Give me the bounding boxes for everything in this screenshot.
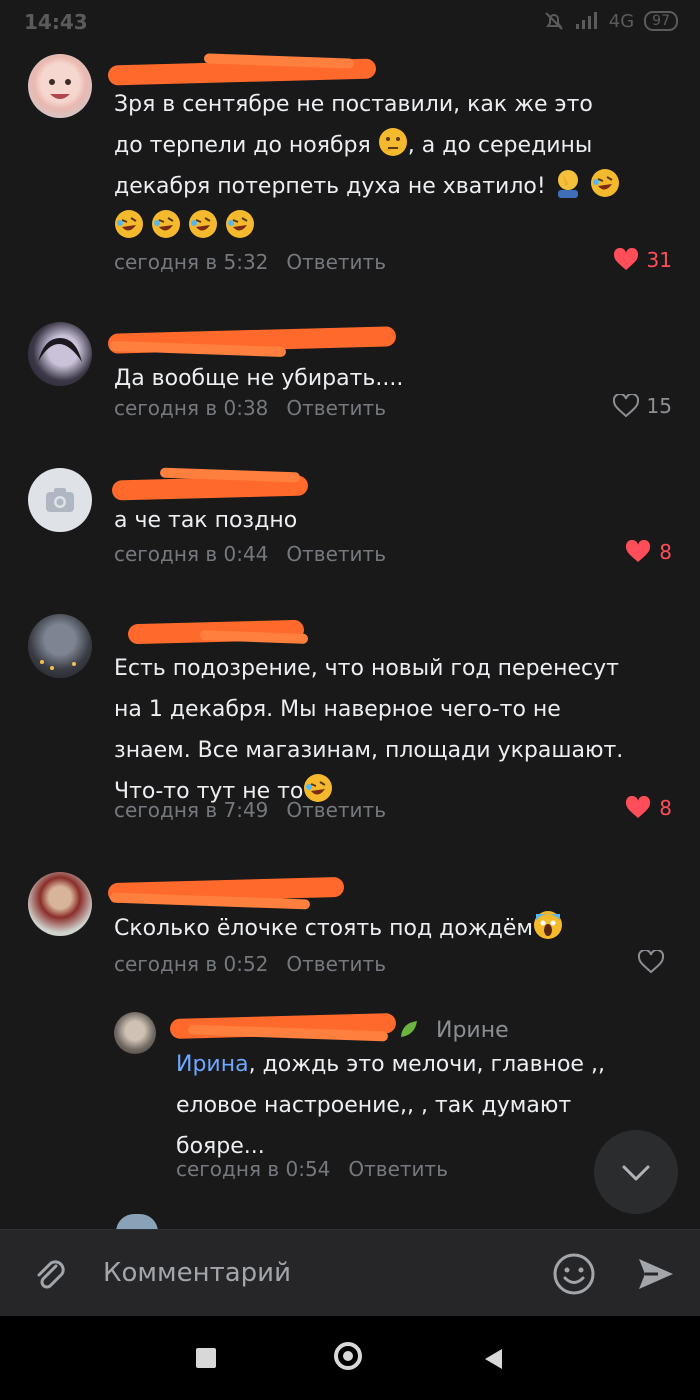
- comment-timestamp: сегодня в 0:44: [114, 542, 269, 566]
- smile-icon[interactable]: [552, 1252, 596, 1296]
- avatar[interactable]: [28, 322, 92, 386]
- reply-to-name[interactable]: Ирине: [436, 1018, 509, 1043]
- like-button[interactable]: 15: [612, 394, 672, 418]
- comment-meta: сегодня в 0:52 Ответить: [114, 952, 386, 976]
- reply-button[interactable]: Ответить: [286, 542, 386, 566]
- rofl-emoji-icon: [225, 209, 255, 239]
- mention-link[interactable]: Ирина: [176, 1052, 249, 1077]
- like-button[interactable]: 31: [613, 248, 672, 272]
- network-type: 4G: [608, 10, 635, 32]
- back-icon[interactable]: [482, 1347, 504, 1371]
- heart-icon: [613, 248, 638, 270]
- home-button[interactable]: [334, 1342, 362, 1370]
- comment-text: Да вообще не убирать....: [114, 366, 404, 391]
- comment-meta: сегодня в 5:32 Ответить: [114, 250, 386, 274]
- reply-button[interactable]: Ответить: [286, 250, 386, 274]
- heart-icon: [612, 394, 639, 418]
- leaf-icon: [401, 1021, 417, 1037]
- comment-meta: сегодня в 0:44 Ответить: [114, 542, 386, 566]
- signal-icon: [575, 12, 597, 29]
- rofl-emoji-icon: [114, 209, 144, 239]
- mute-icon: [545, 12, 563, 30]
- heart-icon: [626, 796, 651, 818]
- comment-meta: сегодня в 0:38 Ответить: [114, 396, 386, 420]
- avatar[interactable]: [28, 872, 92, 936]
- reply-button[interactable]: Ответить: [286, 798, 386, 822]
- comment-timestamp: сегодня в 5:32: [114, 250, 269, 274]
- like-button[interactable]: 8: [625, 540, 672, 564]
- attach-icon[interactable]: [30, 1254, 70, 1294]
- comment-text: Сколько ёлочке стоять под дождём: [114, 908, 674, 949]
- facepalm-emoji-icon: [553, 168, 583, 198]
- comment-timestamp: сегодня в 0:38: [114, 396, 269, 420]
- status-bar: 14:43 4G 97: [0, 0, 700, 44]
- comment-text: а че так поздно: [114, 508, 298, 533]
- avatar[interactable]: [28, 54, 92, 118]
- thinking-emoji-icon: [378, 127, 408, 157]
- comment-composer: Комментарий: [0, 1229, 700, 1317]
- heart-icon: [626, 540, 651, 562]
- camera-icon: [46, 488, 74, 512]
- battery-indicator: 97: [644, 11, 678, 31]
- reply-meta: сегодня в 0:54 Ответить: [176, 1157, 448, 1181]
- like-count: 31: [646, 248, 672, 272]
- comment-input[interactable]: Комментарий: [103, 1258, 291, 1288]
- comment-timestamp: сегодня в 0:52: [114, 952, 269, 976]
- scroll-down-button[interactable]: [594, 1130, 678, 1214]
- like-count: 8: [659, 796, 672, 820]
- heart-icon: [638, 950, 664, 974]
- status-time: 14:43: [24, 10, 88, 34]
- avatar[interactable]: [28, 614, 92, 678]
- system-nav-bar: [0, 1316, 700, 1400]
- chevron-down-icon: [622, 1165, 650, 1181]
- avatar[interactable]: [114, 1012, 156, 1054]
- send-icon[interactable]: [636, 1254, 676, 1294]
- rofl-emoji-icon: [590, 168, 620, 198]
- rofl-emoji-icon: [188, 209, 218, 239]
- like-button[interactable]: [638, 950, 672, 974]
- comment-meta: сегодня в 7:49 Ответить: [114, 798, 386, 822]
- recents-button[interactable]: [196, 1348, 216, 1368]
- like-count: 8: [659, 540, 672, 564]
- avatar[interactable]: [28, 468, 92, 532]
- rofl-emoji-icon: [151, 209, 181, 239]
- reply-button[interactable]: Ответить: [348, 1157, 448, 1181]
- scream-emoji-icon: [533, 910, 563, 940]
- comment-text: Зря в сентябре не поставили, как же это …: [114, 84, 674, 248]
- status-icons: 4G 97: [543, 10, 678, 32]
- comment-timestamp: сегодня в 7:49: [114, 798, 269, 822]
- reply-button[interactable]: Ответить: [286, 952, 386, 976]
- like-button[interactable]: 8: [625, 796, 672, 820]
- comment-timestamp: сегодня в 0:54: [176, 1157, 331, 1181]
- comment-text: Есть подозрение, что новый год перенесут…: [114, 656, 624, 804]
- reply-button[interactable]: Ответить: [286, 396, 386, 420]
- reply-text: Ирина, дождь это мелочи, главное ,, елов…: [176, 1052, 605, 1159]
- like-count: 15: [646, 394, 672, 418]
